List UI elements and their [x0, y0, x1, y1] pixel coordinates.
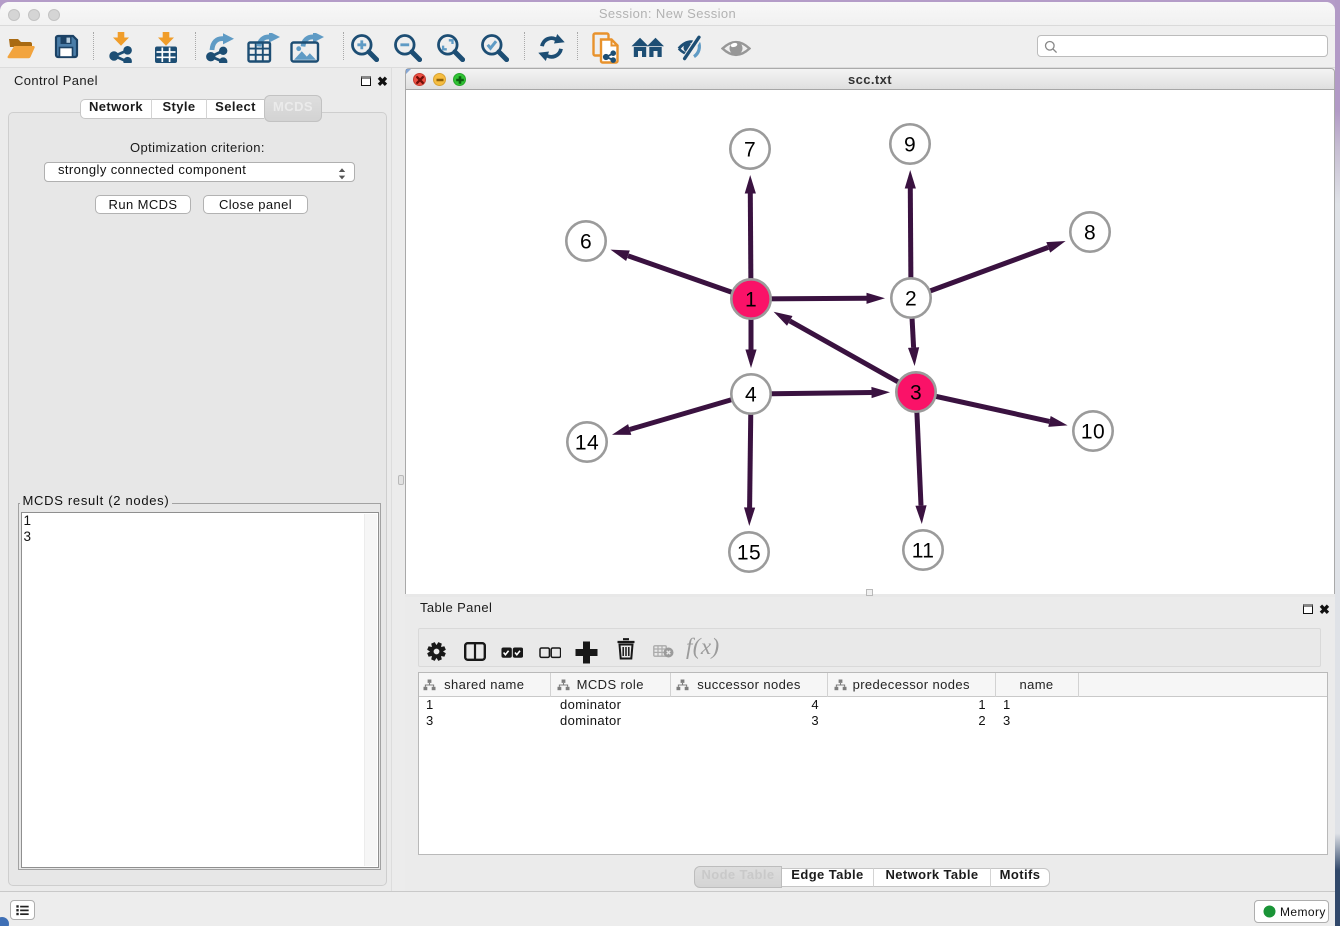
svg-text:7: 7 — [744, 139, 756, 162]
svg-text:6: 6 — [580, 231, 592, 254]
svg-text:14: 14 — [575, 432, 599, 455]
svg-text:1: 1 — [745, 289, 757, 312]
svg-text:9: 9 — [904, 134, 916, 157]
svg-text:10: 10 — [1081, 421, 1105, 444]
svg-text:3: 3 — [910, 382, 922, 405]
svg-text:4: 4 — [745, 384, 757, 407]
svg-text:15: 15 — [737, 542, 761, 565]
svg-text:2: 2 — [905, 288, 917, 311]
svg-text:11: 11 — [912, 540, 935, 563]
svg-text:8: 8 — [1084, 222, 1096, 245]
